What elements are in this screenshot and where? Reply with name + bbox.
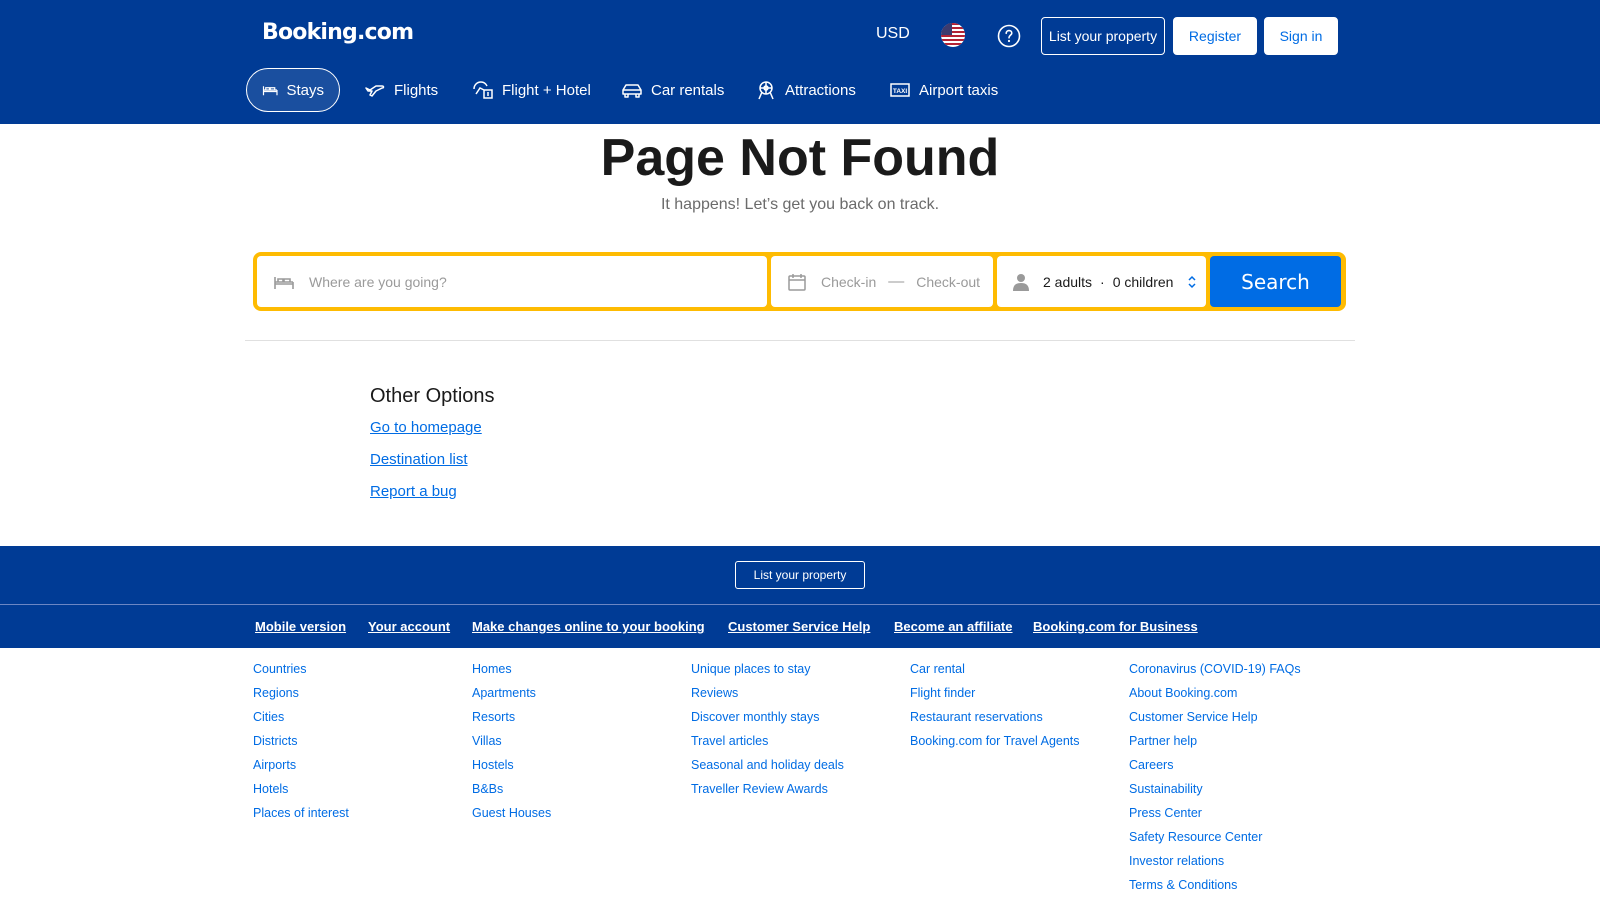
footer-link[interactable]: Terms & Conditions	[1129, 877, 1301, 900]
footer-link-make-changes[interactable]: Make changes online to your booking	[472, 619, 705, 634]
flight-hotel-icon	[473, 81, 493, 99]
footer-link[interactable]: Car rental	[910, 661, 1080, 685]
children-count: 0 children	[1112, 273, 1174, 290]
footer-link[interactable]: About Booking.com	[1129, 685, 1301, 709]
footer-link[interactable]: Booking.com for Travel Agents	[910, 733, 1080, 757]
footer-link[interactable]: Partner help	[1129, 733, 1301, 757]
other-options-title: Other Options	[370, 385, 495, 407]
destination-input[interactable]	[309, 273, 709, 290]
footer-link[interactable]: Apartments	[472, 685, 551, 709]
footer-link[interactable]: Guest Houses	[472, 805, 551, 829]
footer-link[interactable]: Coronavirus (COVID-19) FAQs	[1129, 661, 1301, 685]
page-title: Page Not Found	[600, 129, 1000, 187]
date-field[interactable]: Check-in — Check-out	[771, 256, 993, 307]
footer-link[interactable]: Press Center	[1129, 805, 1301, 829]
footer-link[interactable]: Airports	[253, 757, 349, 781]
destination-list-link[interactable]: Destination list	[370, 451, 468, 468]
tab-airport-taxis-label: Airport taxis	[919, 81, 999, 99]
footer-link[interactable]: Districts	[253, 733, 349, 757]
list-property-button[interactable]: List your property	[1041, 17, 1165, 55]
tab-flights-label: Flights	[394, 81, 439, 99]
footer-column-1: Countries Regions Cities Districts Airpo…	[253, 661, 349, 829]
footer-link[interactable]: Customer Service Help	[1129, 709, 1301, 733]
footer-column-5: Coronavirus (COVID-19) FAQs About Bookin…	[1129, 661, 1301, 900]
taxi-icon: TAXI	[890, 83, 910, 97]
guests-summary: 2 adults · 0 children	[1043, 273, 1174, 290]
footer-link[interactable]: Reviews	[691, 685, 844, 709]
footer-list-property-button[interactable]: List your property	[735, 561, 865, 589]
go-to-homepage-link[interactable]: Go to homepage	[370, 419, 482, 436]
footer-link[interactable]: Countries	[253, 661, 349, 685]
car-icon	[622, 84, 642, 98]
footer-link[interactable]: Hostels	[472, 757, 551, 781]
footer-link[interactable]: Discover monthly stays	[691, 709, 844, 733]
footer-link[interactable]: Flight finder	[910, 685, 1080, 709]
footer-link[interactable]: B&Bs	[472, 781, 551, 805]
us-flag-icon[interactable]	[941, 23, 965, 47]
footer-link[interactable]: Places of interest	[253, 805, 349, 829]
tab-car-rentals-label: Car rentals	[651, 81, 725, 99]
footer-link-your-account[interactable]: Your account	[368, 619, 450, 634]
tab-car-rentals[interactable]: Car rentals	[606, 68, 739, 112]
footer-link[interactable]: Unique places to stay	[691, 661, 844, 685]
footer-column-2: Homes Apartments Resorts Villas Hostels …	[472, 661, 551, 829]
search-bar: Check-in — Check-out 2 adults·0 children…	[253, 252, 1346, 311]
footer-link-affiliate[interactable]: Become an affiliate	[894, 619, 1013, 634]
destination-field[interactable]	[257, 256, 767, 307]
checkin-label: Check-in	[821, 273, 877, 290]
currency-selector[interactable]: USD	[876, 25, 910, 43]
footer-link[interactable]: Cities	[253, 709, 349, 733]
footer-link[interactable]: Seasonal and holiday deals	[691, 757, 844, 781]
attractions-icon	[758, 81, 774, 100]
page-subtitle: It happens! Let’s get you back on track.	[660, 196, 940, 213]
tab-flight-hotel-label: Flight + Hotel	[502, 81, 591, 99]
footer-link[interactable]: Traveller Review Awards	[691, 781, 844, 805]
bed-icon	[262, 86, 278, 96]
tab-attractions-label: Attractions	[785, 81, 856, 99]
product-nav: Stays Flights Flight + Hotel Car rentals…	[0, 68, 1600, 112]
footer-link[interactable]: Villas	[472, 733, 551, 757]
help-icon[interactable]	[997, 24, 1021, 48]
footer-link[interactable]: Sustainability	[1129, 781, 1301, 805]
content-divider	[245, 340, 1355, 341]
footer-link[interactable]: Regions	[253, 685, 349, 709]
register-button[interactable]: Register	[1173, 17, 1257, 55]
footer-link-customer-service[interactable]: Customer Service Help	[728, 619, 870, 634]
booking-logo[interactable]: Booking.com	[262, 20, 414, 45]
checkout-label: Check-out	[916, 273, 981, 290]
bed-icon	[274, 276, 294, 289]
footer-link-business[interactable]: Booking.com for Business	[1033, 619, 1198, 634]
tab-flight-hotel[interactable]: Flight + Hotel	[457, 68, 606, 112]
footer-link[interactable]: Hotels	[253, 781, 349, 805]
footer-column-4: Car rental Flight finder Restaurant rese…	[910, 661, 1080, 757]
person-icon	[1013, 273, 1029, 291]
tab-airport-taxis[interactable]: TAXI Airport taxis	[874, 68, 1013, 112]
footer-link[interactable]: Safety Resource Center	[1129, 829, 1301, 853]
svg-text:TAXI: TAXI	[893, 88, 908, 95]
tab-stays-label: Stays	[286, 81, 324, 99]
guests-field[interactable]: 2 adults · 0 children	[997, 256, 1206, 307]
search-button[interactable]: Search	[1210, 256, 1341, 307]
footer-link[interactable]: Investor relations	[1129, 853, 1301, 877]
sign-in-button[interactable]: Sign in	[1264, 17, 1338, 55]
tab-flights[interactable]: Flights	[349, 68, 453, 112]
chevron-updown-icon	[1188, 275, 1196, 289]
footer-link[interactable]: Homes	[472, 661, 551, 685]
adults-count: 2 adults	[1043, 273, 1093, 290]
footer-link-mobile-version[interactable]: Mobile version	[255, 619, 346, 634]
footer-link[interactable]: Careers	[1129, 757, 1301, 781]
calendar-icon	[788, 273, 806, 291]
report-bug-link[interactable]: Report a bug	[370, 483, 457, 500]
header: Booking.com USD List your property Regis…	[0, 0, 1600, 124]
footer-link[interactable]: Restaurant reservations	[910, 709, 1080, 733]
tab-stays[interactable]: Stays	[246, 68, 340, 112]
footer-link[interactable]: Travel articles	[691, 733, 844, 757]
footer-link[interactable]: Resorts	[472, 709, 551, 733]
tab-attractions[interactable]: Attractions	[740, 68, 871, 112]
footer-column-3: Unique places to stay Reviews Discover m…	[691, 661, 844, 805]
date-separator: —	[888, 272, 905, 290]
plane-icon	[365, 85, 385, 97]
